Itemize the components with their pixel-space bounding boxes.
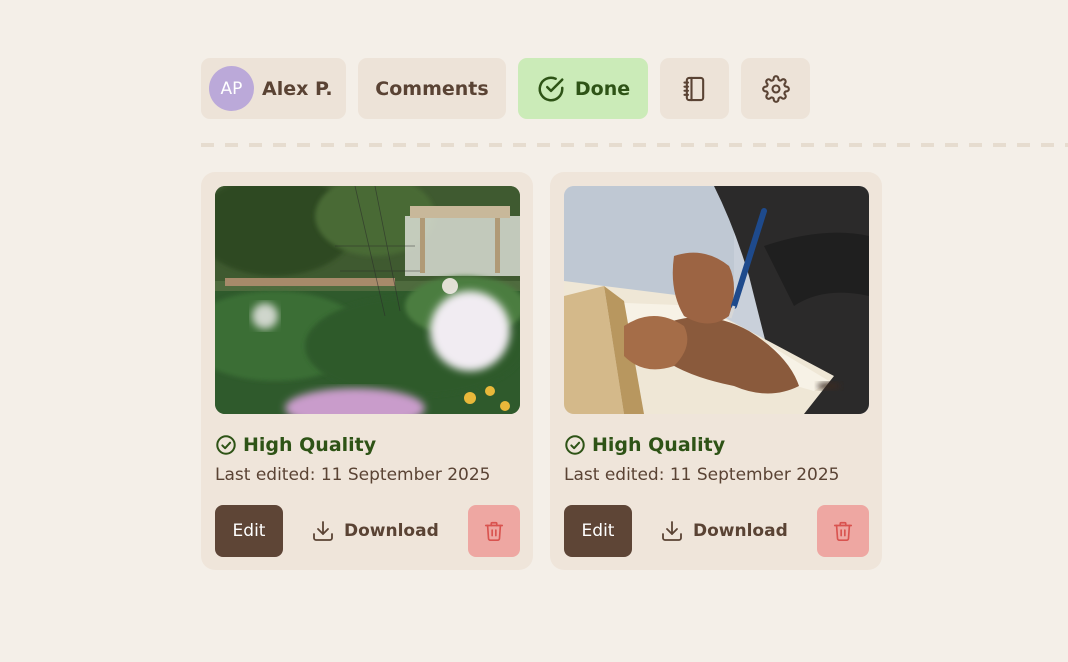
comments-label: Comments: [375, 77, 489, 100]
journal-writing-photo[interactable]: [564, 186, 869, 414]
card-actions: Edit Download: [215, 505, 520, 557]
check-circle-icon: [565, 435, 585, 455]
edit-label: Edit: [581, 521, 615, 541]
gear-icon: [761, 74, 790, 103]
edit-button[interactable]: Edit: [215, 505, 283, 557]
download-icon: [313, 521, 333, 541]
quality-badge: High Quality: [215, 434, 519, 456]
download-button[interactable]: Download: [311, 505, 439, 557]
edit-button[interactable]: Edit: [564, 505, 632, 557]
card-actions: Edit Download: [564, 505, 869, 557]
done-button[interactable]: Done: [518, 58, 648, 119]
card-grid: High Quality Last edited: 11 September 2…: [201, 172, 882, 570]
toolbar: AP Alex P. Comments Done: [201, 58, 810, 119]
media-card: High Quality Last edited: 11 September 2…: [550, 172, 882, 570]
dashed-divider: [201, 143, 1068, 147]
download-label: Download: [344, 521, 439, 541]
delete-button[interactable]: [468, 505, 520, 557]
settings-button[interactable]: [741, 58, 810, 119]
quality-label: High Quality: [592, 434, 726, 456]
notebook-button[interactable]: [660, 58, 729, 119]
last-edited: Last edited: 11 September 2025: [564, 465, 840, 485]
quality-label: High Quality: [243, 434, 377, 456]
trash-icon: [833, 521, 853, 541]
quality-badge: High Quality: [564, 434, 868, 456]
download-button[interactable]: Download: [660, 505, 788, 557]
comments-button[interactable]: Comments: [358, 58, 506, 119]
media-card: High Quality Last edited: 11 September 2…: [201, 172, 533, 570]
download-icon: [662, 521, 682, 541]
check-circle-icon: [538, 76, 564, 101]
last-edited: Last edited: 11 September 2025: [215, 465, 491, 485]
done-label: Done: [574, 77, 631, 100]
user-chip[interactable]: AP Alex P.: [201, 58, 346, 119]
notebook-icon: [682, 76, 704, 101]
download-label: Download: [693, 521, 788, 541]
edit-label: Edit: [232, 521, 266, 541]
garden-photo[interactable]: [215, 186, 520, 414]
delete-button[interactable]: [817, 505, 869, 557]
user-name: Alex P.: [262, 77, 333, 100]
check-circle-icon: [216, 435, 236, 455]
avatar: AP: [209, 66, 254, 111]
trash-icon: [484, 521, 504, 541]
